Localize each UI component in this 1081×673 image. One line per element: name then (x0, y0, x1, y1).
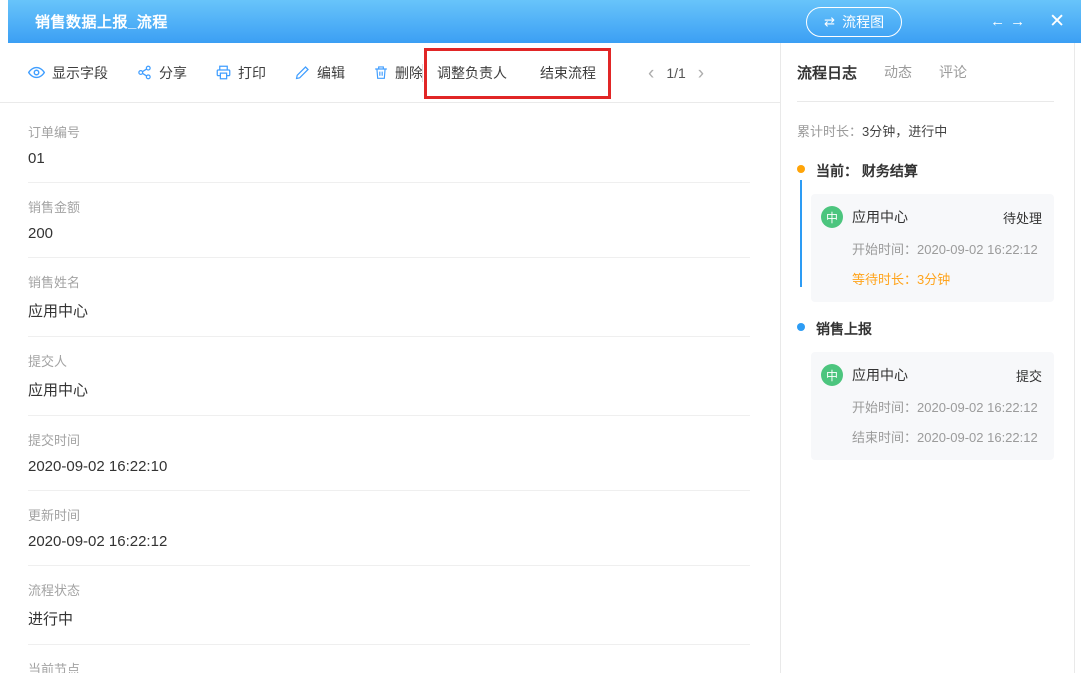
eye-icon (28, 65, 45, 80)
arrow-left-icon[interactable]: ← (990, 13, 1005, 30)
panel-tabs: 流程日志 动态 评论 (797, 43, 1054, 102)
field-row-sales-amount: 销售金额 200 (28, 183, 750, 258)
resize-arrows[interactable]: ← → (990, 13, 1025, 30)
field-label: 提交时间 (28, 430, 750, 449)
record-page-indicator: 1/1 (666, 65, 685, 81)
status-badge: 待处理 (1003, 208, 1042, 227)
flowchart-button-label: 流程图 (842, 12, 884, 32)
field-label: 流程状态 (28, 580, 750, 599)
field-value: 200 (28, 225, 750, 242)
field-value: 2020-09-02 16:22:12 (28, 533, 750, 550)
field-row-submit-time: 提交时间 2020-09-02 16:22:10 (28, 416, 750, 491)
printer-icon (216, 65, 231, 80)
status-badge: 提交 (1016, 366, 1042, 385)
field-label: 提交人 (28, 351, 750, 370)
adjust-owner-button[interactable]: 调整负责人 (437, 43, 507, 103)
card-header: 中 应用中心 提交 (821, 364, 1042, 386)
assignee-name: 应用中心 (852, 207, 908, 227)
trash-icon (374, 65, 388, 80)
delete-button[interactable]: 删除 (374, 63, 423, 83)
edit-label: 编辑 (317, 63, 345, 83)
card-start-time: 开始时间：2020-09-02 16:22:12 (852, 239, 1042, 258)
field-list: 订单编号 01 销售金额 200 销售姓名 应用中心 提交人 应用中心 提交时间… (0, 103, 780, 673)
timeline-dot-current (797, 165, 805, 173)
card-header: 中 应用中心 待处理 (821, 206, 1042, 228)
card-wait-duration: 等待时长：3分钟 (852, 269, 1042, 288)
timeline-entry-sales-report: 销售上报 中 应用中心 提交 开始时间：2020-09-02 16:22:12 … (797, 319, 1054, 460)
process-timeline: 当前： 财务结算 中 应用中心 待处理 开始时间：2020-09-02 16:2… (797, 161, 1054, 460)
field-label: 销售姓名 (28, 272, 750, 291)
end-process-button[interactable]: 结束流程 (540, 43, 596, 103)
field-label: 当前节点 (28, 659, 750, 673)
timeline-card: 中 应用中心 提交 开始时间：2020-09-02 16:22:12 结束时间：… (811, 352, 1054, 460)
duration-summary-value: 3分钟，进行中 (862, 124, 947, 139)
card-end-time: 结束时间：2020-09-02 16:22:12 (852, 427, 1042, 446)
field-row-update-time: 更新时间 2020-09-02 16:22:12 (28, 491, 750, 566)
process-detail-drawer: 销售数据上报_流程 ⇄ 流程图 ← → ✕ 显示字段 (0, 0, 1081, 673)
assignee-name: 应用中心 (852, 365, 908, 385)
timeline-card: 中 应用中心 待处理 开始时间：2020-09-02 16:22:12 等待时长… (811, 194, 1054, 302)
flowchart-button[interactable]: ⇄ 流程图 (806, 7, 902, 37)
drawer-header: 销售数据上报_流程 ⇄ 流程图 ← → ✕ (8, 0, 1081, 43)
header-controls: ⇄ 流程图 ← → ✕ (806, 7, 1081, 37)
toolbar: 显示字段 分享 打印 编辑 (0, 43, 780, 103)
field-row-process-status: 流程状态 进行中 (28, 566, 750, 645)
timeline-connector (800, 180, 802, 287)
timeline-node-title: 销售上报 (816, 319, 1054, 339)
toolbar-divider (422, 64, 423, 82)
field-label: 更新时间 (28, 505, 750, 524)
share-button[interactable]: 分享 (137, 63, 187, 83)
tab-activity[interactable]: 动态 (884, 62, 912, 82)
field-value: 进行中 (28, 608, 750, 629)
share-label: 分享 (159, 63, 187, 83)
edit-button[interactable]: 编辑 (295, 63, 345, 83)
avatar: 中 (821, 364, 843, 386)
process-log-panel: 流程日志 动态 评论 累计时长：3分钟，进行中 当前： 财务结算 中 应用中心 … (781, 43, 1075, 673)
field-value: 01 (28, 150, 750, 167)
page-title: 销售数据上报_流程 (35, 11, 168, 32)
record-pager: ‹ 1/1 › (648, 43, 704, 103)
field-value: 应用中心 (28, 379, 750, 400)
edit-icon (295, 65, 310, 80)
show-fields-label: 显示字段 (52, 63, 108, 83)
tab-comments[interactable]: 评论 (939, 62, 967, 82)
timeline-entry-current-node: 当前： 财务结算 中 应用中心 待处理 开始时间：2020-09-02 16:2… (797, 161, 1054, 302)
field-row-submitter: 提交人 应用中心 (28, 337, 750, 416)
field-label: 销售金额 (28, 197, 750, 216)
duration-summary: 累计时长：3分钟，进行中 (797, 121, 1054, 140)
field-row-sales-name: 销售姓名 应用中心 (28, 258, 750, 337)
field-row-order-no: 订单编号 01 (28, 108, 750, 183)
timeline-dot-done (797, 323, 805, 331)
show-fields-button[interactable]: 显示字段 (28, 63, 108, 83)
field-value: 应用中心 (28, 300, 750, 321)
field-label: 订单编号 (28, 122, 750, 141)
field-row-current-node: 当前节点 财务结算 (28, 645, 750, 673)
close-icon[interactable]: ✕ (1049, 10, 1065, 33)
record-detail-main: 显示字段 分享 打印 编辑 (0, 43, 781, 673)
delete-label: 删除 (395, 63, 423, 83)
timeline-node-title: 当前： 财务结算 (816, 161, 1054, 181)
arrow-right-icon[interactable]: → (1010, 13, 1025, 30)
next-record-icon[interactable]: › (698, 64, 704, 83)
print-button[interactable]: 打印 (216, 63, 266, 83)
field-value: 2020-09-02 16:22:10 (28, 458, 750, 475)
tab-process-log[interactable]: 流程日志 (797, 62, 857, 83)
card-start-time: 开始时间：2020-09-02 16:22:12 (852, 397, 1042, 416)
flowchart-icon: ⇄ (824, 14, 835, 30)
prev-record-icon[interactable]: ‹ (648, 64, 654, 83)
avatar: 中 (821, 206, 843, 228)
share-icon (137, 65, 152, 80)
duration-summary-label: 累计时长： (797, 124, 862, 139)
print-label: 打印 (238, 63, 266, 83)
